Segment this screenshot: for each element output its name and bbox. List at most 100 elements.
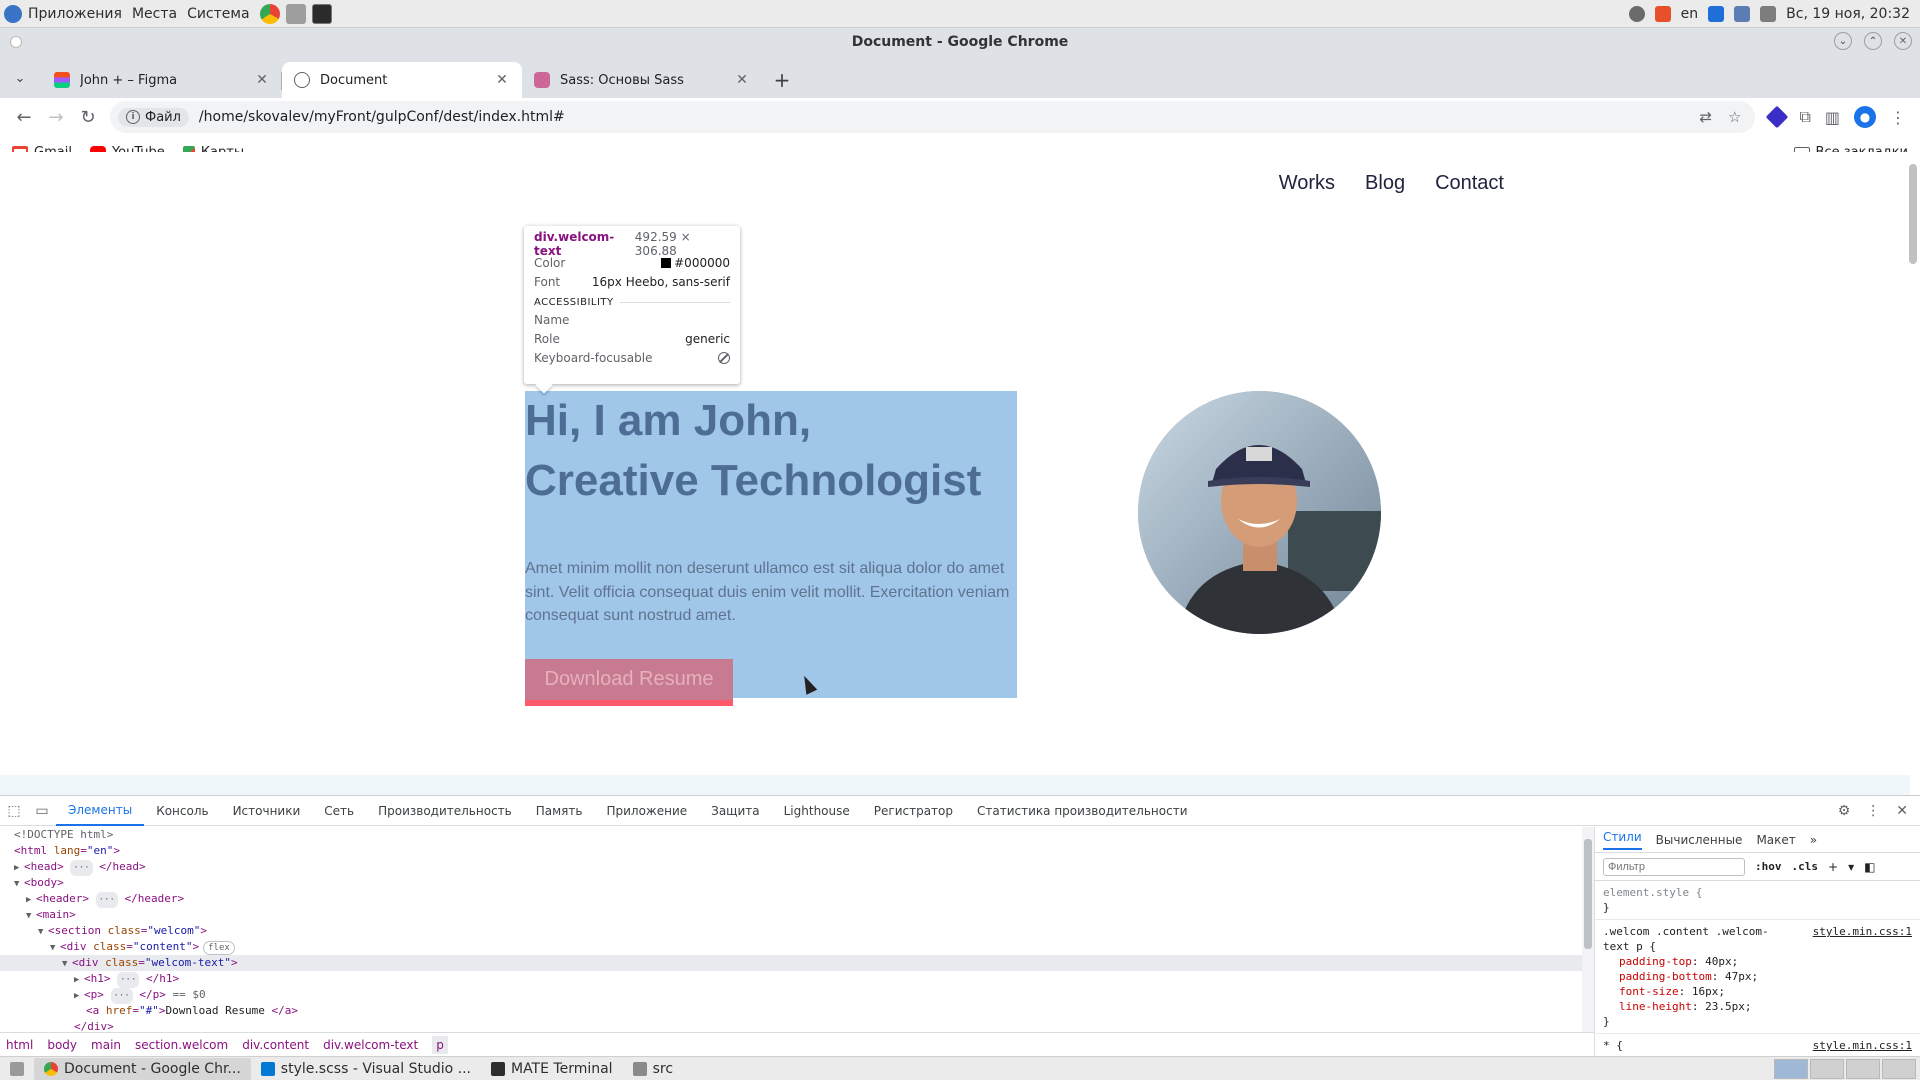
bluetooth-icon[interactable] [1708, 5, 1725, 22]
css-property[interactable]: padding-top: 40px; [1603, 954, 1912, 969]
page-scrollbar[interactable] [1908, 156, 1918, 786]
back-arrow-icon[interactable]: ← [8, 101, 40, 133]
close-tab-icon[interactable]: ✕ [734, 72, 750, 88]
crumb-section-welcom[interactable]: section.welcom [135, 1038, 228, 1052]
rendering-emulation-icon[interactable]: ▾ [1848, 860, 1854, 874]
tab-styles[interactable]: Стили [1603, 830, 1642, 850]
tab-network[interactable]: Сеть [312, 796, 366, 826]
menu-applications[interactable]: Приложения [28, 6, 122, 22]
url-text[interactable]: /home/skovalev/myFront/gulpConf/dest/ind… [199, 109, 1699, 125]
side-panel-icon[interactable]: ▥ [1825, 108, 1840, 127]
rule-source-link[interactable]: style.min.css:1 [1813, 924, 1912, 939]
new-style-rule-icon[interactable]: + [1828, 860, 1838, 874]
dom-p[interactable]: ▶ <p> ··· </p> == $0 [0, 987, 1582, 1004]
new-tab-icon[interactable]: + [768, 66, 796, 94]
more-tabs-icon[interactable]: » [1810, 833, 1817, 847]
dom-html[interactable]: <html lang="en"> [0, 843, 1582, 859]
nav-works[interactable]: Works [1279, 172, 1335, 195]
taskbar-item-src-folder[interactable]: src [623, 1058, 683, 1080]
dom-head[interactable]: ▶ <head> ··· </head> [0, 859, 1582, 876]
bookmark-star-icon[interactable]: ☆ [1728, 108, 1741, 126]
extension-diamond-icon[interactable] [1766, 105, 1789, 129]
crumb-main[interactable]: main [91, 1038, 121, 1052]
dom-div-content[interactable]: ▼ <div class="content"> flex [0, 939, 1582, 955]
download-resume-button[interactable]: Download Resume [525, 659, 733, 706]
nav-blog[interactable]: Blog [1365, 172, 1405, 195]
extensions-puzzle-icon[interactable]: ⧉ [1799, 107, 1810, 127]
hov-toggle[interactable]: :hov [1755, 860, 1782, 873]
forward-arrow-icon[interactable]: → [40, 101, 72, 133]
dom-a[interactable]: <a href="#">Download Resume </a> [0, 1003, 1582, 1019]
tab-console[interactable]: Консоль [144, 796, 220, 826]
tab-figma[interactable]: John + – Figma ✕ [42, 62, 282, 98]
workspace-4[interactable] [1882, 1058, 1916, 1079]
taskbar-item-vscode[interactable]: style.scss - Visual Studio ... [251, 1058, 481, 1080]
cls-toggle[interactable]: .cls [1792, 860, 1819, 873]
reload-icon[interactable]: ↻ [72, 101, 104, 133]
battery-icon[interactable] [1760, 5, 1777, 22]
css-property[interactable]: line-height: 23.5px; [1603, 999, 1912, 1014]
dom-body[interactable]: ▼ <body> [0, 875, 1582, 891]
volume-icon[interactable] [1628, 5, 1645, 22]
tab-memory[interactable]: Память [524, 796, 595, 826]
window-menu-icon[interactable] [10, 36, 22, 48]
dom-tree[interactable]: <!DOCTYPE html> <html lang="en"> ▶ <head>… [0, 827, 1582, 1032]
nav-contact[interactable]: Contact [1435, 172, 1504, 195]
tab-layout[interactable]: Макет [1756, 833, 1795, 847]
keyboard-layout-indicator[interactable]: en [1681, 6, 1699, 22]
tab-document[interactable]: Document ✕ [282, 62, 522, 98]
menu-system[interactable]: Система [187, 6, 249, 22]
shield-icon[interactable] [1654, 5, 1671, 22]
tab-recorder[interactable]: Регистратор [862, 796, 965, 826]
dom-main[interactable]: ▼ <main> [0, 907, 1582, 923]
dom-header[interactable]: ▶ <header> ··· </header> [0, 891, 1582, 908]
dom-div-close[interactable]: </div> [0, 1019, 1582, 1032]
inspect-element-icon[interactable]: ⬚ [0, 797, 28, 825]
workspace-2[interactable] [1810, 1058, 1844, 1079]
show-desktop-button[interactable] [0, 1058, 34, 1080]
clock[interactable]: Вс, 19 ноя, 20:32 [1786, 6, 1910, 22]
mate-logo-icon[interactable] [4, 4, 22, 23]
close-tab-icon[interactable]: ✕ [254, 72, 270, 88]
tab-security[interactable]: Защита [699, 796, 772, 826]
css-property[interactable]: font-size: 16px; [1603, 984, 1912, 999]
crumb-body[interactable]: body [47, 1038, 77, 1052]
universal-source-link[interactable]: style.min.css:1 [1813, 1038, 1912, 1053]
site-info-chip[interactable]: i Файл [118, 107, 189, 127]
universal-rule[interactable]: * { style.min.css:1 [1595, 1034, 1920, 1057]
network-icon[interactable] [1734, 5, 1751, 22]
page-scrollbar-thumb[interactable] [1909, 164, 1917, 264]
css-property[interactable]: padding-bottom: 47px; [1603, 969, 1912, 984]
tab-lighthouse[interactable]: Lighthouse [772, 796, 862, 826]
workspace-1[interactable] [1774, 1058, 1808, 1079]
devtools-close-icon[interactable]: ✕ [1896, 803, 1908, 819]
close-window-icon[interactable]: ✕ [1894, 32, 1912, 50]
workspace-3[interactable] [1846, 1058, 1880, 1079]
dom-doctype[interactable]: <!DOCTYPE html> [0, 827, 1582, 843]
flex-badge[interactable]: flex [203, 941, 235, 955]
tab-performance-insights[interactable]: Статистика производительности [965, 796, 1200, 826]
close-tab-icon[interactable]: ✕ [494, 72, 510, 88]
tab-computed[interactable]: Вычисленные [1656, 833, 1743, 847]
dom-tree-scrollbar[interactable] [1582, 827, 1594, 1032]
chrome-launcher-icon[interactable] [259, 3, 280, 24]
crumb-div-welcom-text[interactable]: div.welcom-text [323, 1038, 418, 1052]
crumb-p[interactable]: p [432, 1035, 448, 1054]
devtools-settings-icon[interactable]: ⚙ [1838, 803, 1851, 819]
tab-performance[interactable]: Производительность [366, 796, 524, 826]
styles-filter-input[interactable] [1603, 857, 1745, 876]
dom-h1[interactable]: ▶ <h1> ··· </h1> [0, 971, 1582, 988]
tab-elements[interactable]: Элементы [56, 796, 145, 826]
tab-application[interactable]: Приложение [594, 796, 699, 826]
device-toolbar-icon[interactable]: ▭ [28, 797, 56, 825]
element-style-rule[interactable]: element.style { } [1595, 881, 1920, 920]
terminal-launcher-icon[interactable] [311, 3, 332, 24]
address-bar[interactable]: i Файл /home/skovalev/myFront/gulpConf/d… [110, 101, 1756, 133]
dom-tree-scrollbar-thumb[interactable] [1584, 839, 1592, 949]
dom-div-welcom-text[interactable]: ▼ <div class="welcom-text"> [0, 955, 1582, 971]
tab-sass[interactable]: Sass: Основы Sass ✕ [522, 62, 762, 98]
minimize-icon[interactable]: ⌄ [1834, 32, 1852, 50]
profile-avatar-icon[interactable]: ● [1854, 106, 1876, 128]
chrome-menu-icon[interactable]: ⋮ [1890, 108, 1906, 127]
tab-search-icon[interactable]: ⌄ [8, 62, 32, 94]
